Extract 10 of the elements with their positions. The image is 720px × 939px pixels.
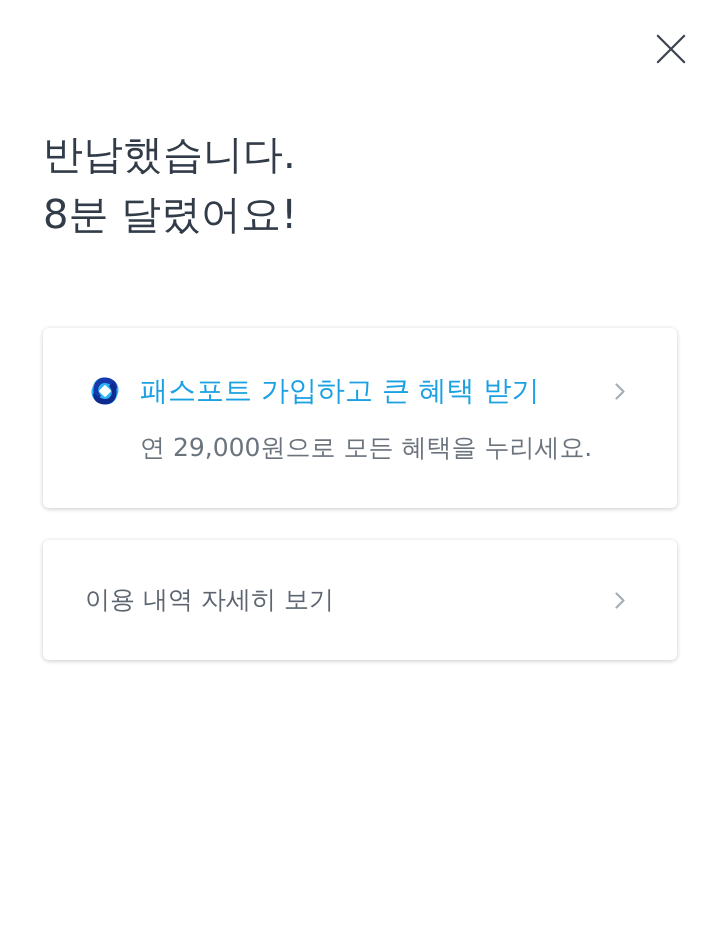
promo-title: 패스포트 가입하고 큰 혜택 받기 <box>140 373 540 409</box>
chevron-right-icon <box>615 592 625 608</box>
promo-card[interactable]: 패스포트 가입하고 큰 혜택 받기 연 29,000원으로 모든 혜택을 누리세요. <box>43 328 677 508</box>
close-button[interactable] <box>654 32 688 66</box>
promo-subtitle: 연 29,000원으로 모든 혜택을 누리세요. <box>140 432 592 464</box>
usage-history-button[interactable]: 이용 내역 자세히 보기 <box>43 540 677 660</box>
heading-text: 8분 달렸어요! <box>43 191 298 240</box>
chevron-right-icon <box>615 382 625 400</box>
close-icon <box>656 34 686 64</box>
heading-text: 반납했습니다. <box>43 131 296 180</box>
